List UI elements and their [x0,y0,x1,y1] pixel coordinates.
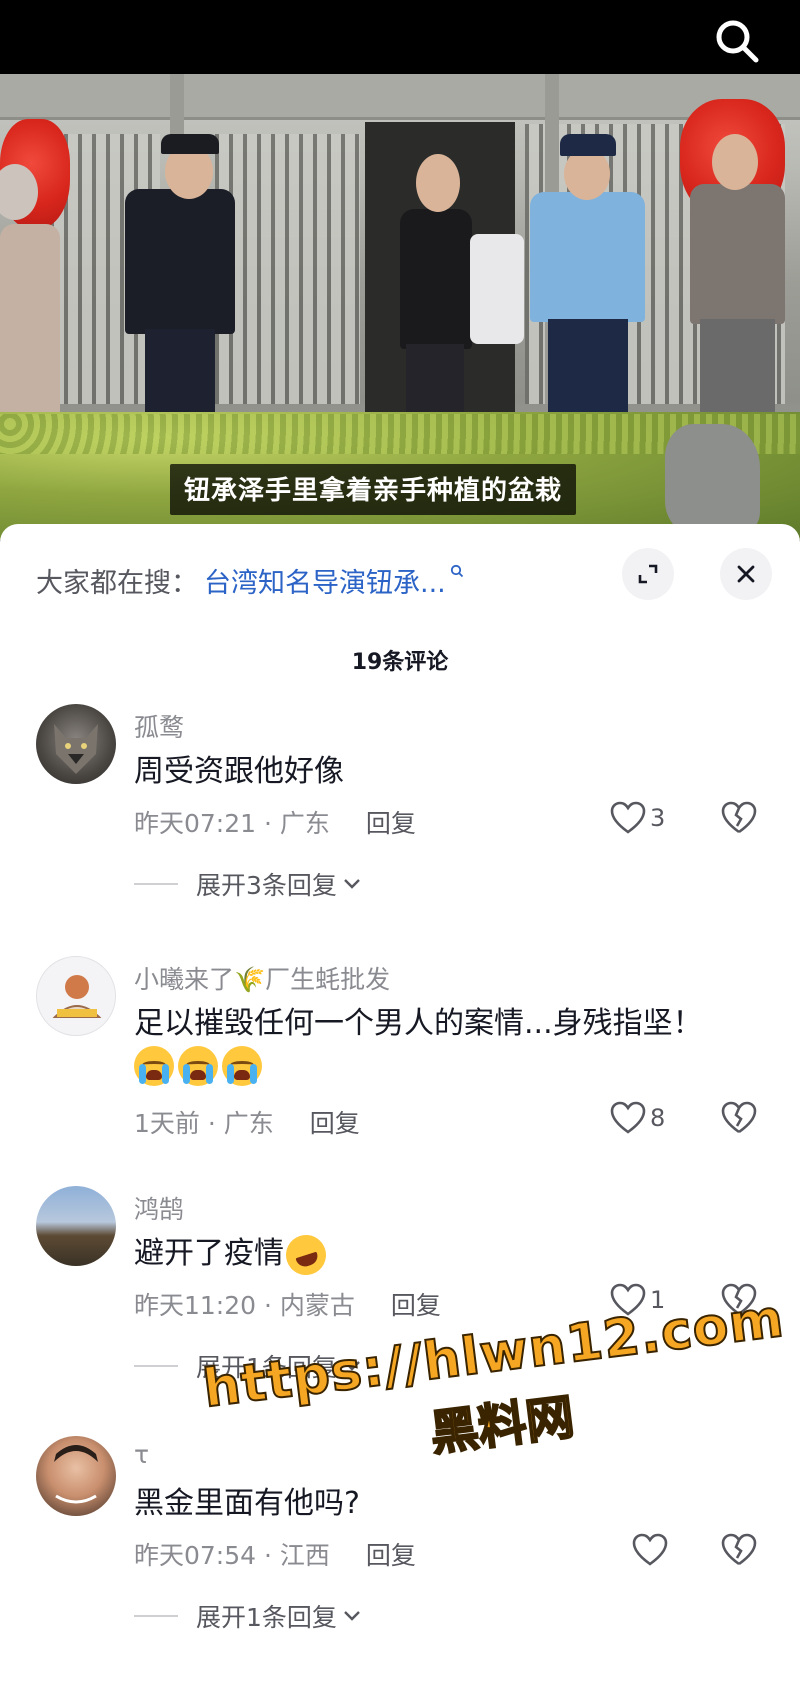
comment-time-location: 昨天07:21 · 广东 [134,809,330,838]
comment-count: 19条评论 [351,650,449,675]
avatar[interactable] [36,704,116,784]
avatar[interactable] [36,1186,116,1266]
crying-emoji-icon [134,1046,174,1086]
video-top-bar [0,0,800,74]
comment-text: 足以摧毁任何一个男人的案情...身残指坚！ [134,1006,703,1041]
crying-emoji-group [134,1046,266,1090]
divider [134,883,178,885]
comment-meta: 昨天07:21 · 广东 回复 [134,804,416,840]
comment-text: 周受资跟他好像 [134,754,344,789]
comment-username[interactable]: 鸿鹄 [134,1190,184,1226]
heart-icon [610,801,646,834]
chevron-down-icon [343,1356,361,1377]
like-button[interactable]: 3 [610,801,665,835]
comment-meta: 昨天11:20 · 内蒙古 回复 [134,1286,441,1322]
crying-emoji-icon [178,1046,218,1086]
dislike-button[interactable] [720,801,758,835]
broken-heart-icon [721,1533,757,1566]
divider [134,1615,178,1617]
comment-text: 黑金里面有他吗? [134,1486,360,1521]
chevron-down-icon [343,874,361,895]
comment-text-row: 避开了疫情 [134,1228,332,1280]
laughing-emoji-icon [280,1229,332,1280]
comment-time-location: 1天前 · 广东 [134,1109,274,1138]
expand-replies[interactable]: 展开1条回复 [134,1598,361,1634]
dislike-button[interactable] [720,1533,758,1567]
reply-button[interactable]: 回复 [366,1536,416,1572]
video-frame: 钮承泽手里拿着亲手种植的盆栽 [0,74,800,540]
dislike-button[interactable] [720,1283,758,1317]
like-count: 1 [650,1286,666,1314]
broken-heart-icon [721,1101,757,1134]
reply-button[interactable]: 回复 [366,804,416,840]
comment-text: 避开了疫情 [134,1236,284,1271]
search-icon [450,563,464,582]
reply-button[interactable]: 回复 [310,1104,360,1140]
heart-icon [610,1283,646,1316]
like-button[interactable]: 1 [610,1283,665,1317]
comment-panel: 大家都在搜： 台湾知名导演钮承... 19条评论 孤鹜 周受资跟他好像 昨天07… [0,524,800,1684]
rock [665,424,760,534]
comment-username[interactable]: τ [134,1440,149,1469]
expand-replies[interactable]: 展开3条回复 [134,866,361,902]
expand-icon[interactable] [622,548,674,600]
like-button[interactable]: 8 [610,1101,665,1135]
comment-time-location: 昨天07:54 · 江西 [134,1541,330,1570]
building-facade [0,74,800,120]
comment-username[interactable]: 孤鹜 [134,708,184,744]
divider [134,1365,178,1367]
video-player[interactable]: 钮承泽手里拿着亲手种植的盆栽 [0,0,800,540]
dislike-button[interactable] [720,1101,758,1135]
expand-replies-label: 展开1条回复 [196,1353,337,1382]
reply-button[interactable]: 回复 [391,1286,441,1322]
hot-search-query-link[interactable]: 台湾知名导演钮承... [204,561,446,600]
broken-heart-icon [721,1283,757,1316]
comment-time-location: 昨天11:20 · 内蒙古 [134,1291,355,1320]
comment-meta: 1天前 · 广东 回复 [134,1104,360,1140]
heart-icon [632,1533,668,1566]
avatar[interactable] [36,956,116,1036]
hot-search-label: 大家都在搜： [36,567,198,599]
chevron-down-icon [343,1606,361,1627]
expand-replies-label: 展开3条回复 [196,871,337,900]
video-subtitle: 钮承泽手里拿着亲手种植的盆栽 [170,464,577,515]
like-button[interactable] [632,1533,672,1567]
window-grate [215,134,360,404]
like-count: 8 [650,1104,666,1132]
avatar[interactable] [36,1436,116,1516]
crying-emoji-icon [222,1046,262,1086]
like-count: 3 [650,804,666,832]
heart-icon [610,1101,646,1134]
hot-search-row[interactable]: 大家都在搜： 台湾知名导演钮承... [36,550,616,610]
expand-replies-label: 展开1条回复 [196,1603,337,1632]
expand-replies[interactable]: 展开1条回复 [134,1348,361,1384]
search-icon[interactable] [712,16,762,66]
comment-meta: 昨天07:54 · 江西 回复 [134,1536,416,1572]
close-icon[interactable] [720,548,772,600]
comment-username[interactable]: 小曦来了🌾厂生蚝批发 [134,960,390,996]
broken-heart-icon [721,801,757,834]
